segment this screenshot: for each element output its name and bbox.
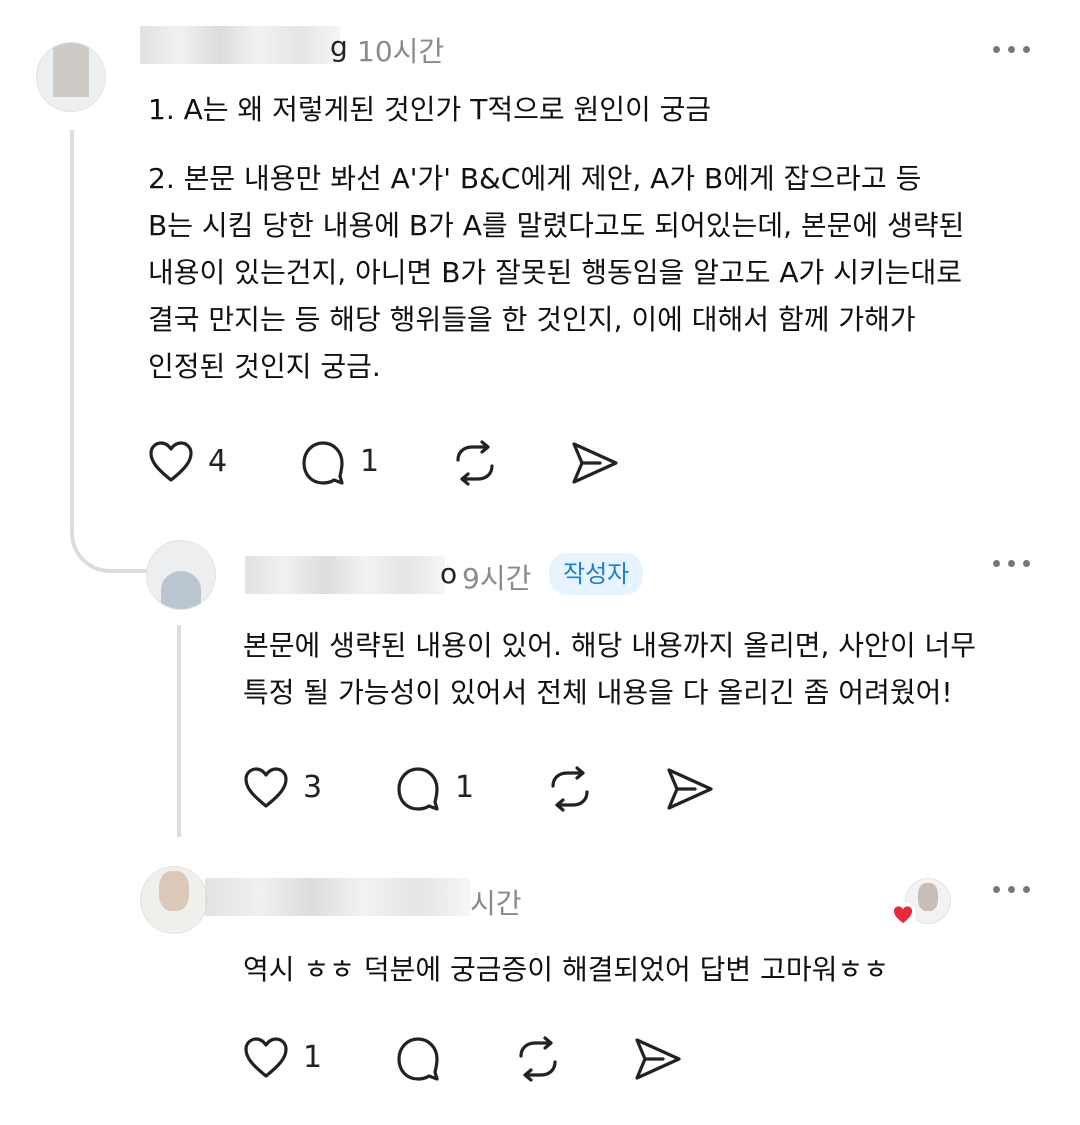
comment-text-line: 특정 될 가능성이 있어서 전체 내용을 다 올리긴 좀 어려웠어! xyxy=(243,676,953,709)
comment-icon xyxy=(397,767,439,811)
share-icon xyxy=(572,442,618,484)
red-heart-icon xyxy=(893,906,913,924)
like-count: 1 xyxy=(303,1040,323,1075)
like-button[interactable]: 3 xyxy=(243,766,333,810)
username-tail[interactable]: g xyxy=(330,30,348,63)
heart-icon xyxy=(244,1037,288,1078)
avatar[interactable] xyxy=(36,42,106,112)
share-button[interactable] xyxy=(665,766,715,812)
username-blurred[interactable] xyxy=(140,26,340,64)
like-button[interactable]: 4 xyxy=(148,440,238,484)
timestamp: 9시간 xyxy=(462,562,532,595)
avatar-photo-blur xyxy=(918,883,938,911)
like-count: 4 xyxy=(208,444,228,479)
reply-count: 1 xyxy=(360,444,380,479)
share-icon xyxy=(635,1038,681,1080)
comment-icon xyxy=(397,1037,439,1081)
comment-text-line: 인정된 것인지 궁금. xyxy=(148,350,381,383)
reply-connector-line xyxy=(177,625,181,837)
comment-text-line: 2. 본문 내용만 봐선 A'가' B&C에게 제안, A가 B에게 잡으라고 … xyxy=(148,162,922,195)
thread-view: g 10시간 1. A는 왜 저렇게된 것인가 T적으로 원인이 궁금 2. 본… xyxy=(0,0,1080,1125)
heart-icon xyxy=(149,441,193,482)
username-blurred[interactable] xyxy=(205,878,470,916)
share-icon xyxy=(667,768,713,810)
repost-icon xyxy=(519,1036,557,1082)
avatar-photo-blur xyxy=(161,571,201,609)
comment-text-line: 결국 만지는 등 해당 행위들을 한 것인지, 이에 대해서 함께 가해가 xyxy=(148,303,916,336)
repost-button[interactable] xyxy=(545,766,595,812)
share-button[interactable] xyxy=(570,440,620,486)
timestamp: 10시간 xyxy=(357,35,445,68)
avatar[interactable] xyxy=(140,866,208,934)
username-tail[interactable]: o xyxy=(440,557,457,590)
comment-text-line: 역시 ㅎㅎ 덕분에 궁금증이 해결되었어 답변 고마워ㅎㅎ xyxy=(243,953,889,986)
heart-icon xyxy=(244,767,288,808)
repost-button[interactable] xyxy=(450,440,500,486)
comment-icon xyxy=(302,441,344,485)
thread-connector-line xyxy=(70,130,74,530)
repost-button[interactable] xyxy=(513,1036,563,1082)
author-badge: 작성자 xyxy=(549,553,644,595)
avatar-photo-blur xyxy=(159,871,189,911)
share-button[interactable] xyxy=(633,1036,683,1082)
thread-connector-curve xyxy=(70,525,154,573)
like-count: 3 xyxy=(303,770,323,805)
repost-icon xyxy=(456,440,494,486)
avatar[interactable] xyxy=(146,540,216,610)
reply-button[interactable] xyxy=(395,1036,445,1082)
comment-text-line: B는 시킴 당한 내용에 B가 A를 말렸다고도 되어있는데, 본문에 생략된 xyxy=(148,209,965,242)
reply-button[interactable]: 1 xyxy=(395,766,485,812)
repost-icon xyxy=(551,766,589,812)
reply-count: 1 xyxy=(455,770,475,805)
reply-button[interactable]: 1 xyxy=(300,440,390,486)
like-button[interactable]: 1 xyxy=(243,1036,333,1080)
more-icon[interactable] xyxy=(993,884,1033,896)
timestamp: 시간 xyxy=(470,887,522,920)
more-icon[interactable] xyxy=(993,558,1033,570)
username-blurred[interactable] xyxy=(245,556,445,594)
comment-text-line: 1. A는 왜 저렇게된 것인가 T적으로 원인이 궁금 xyxy=(148,93,712,126)
comment-text-line: 내용이 있는건지, 아니면 B가 잘못된 행동임을 알고도 A가 시키는대로 xyxy=(148,256,962,289)
more-icon[interactable] xyxy=(993,44,1033,56)
comment-text-line: 본문에 생략된 내용이 있어. 해당 내용까지 올리면, 사안이 너무 xyxy=(243,629,977,662)
avatar-photo-blur xyxy=(53,43,89,97)
liked-by-author-badge xyxy=(890,902,916,928)
